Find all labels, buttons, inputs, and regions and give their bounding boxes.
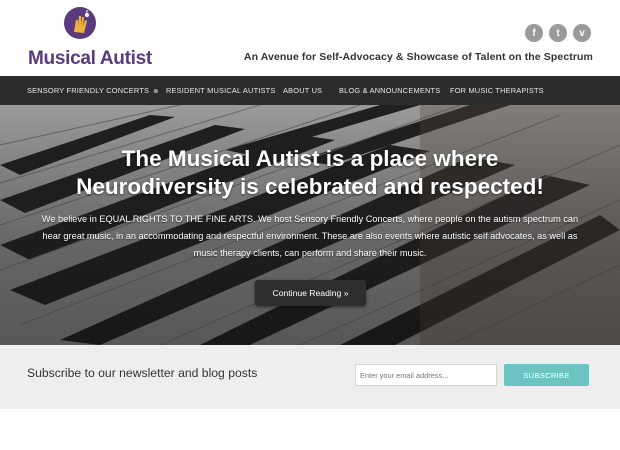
submenu-indicator-icon: ⊗ (153, 89, 159, 95)
nav-item-blog-announcements[interactable]: BLOG & ANNOUNCEMENTS (339, 76, 440, 105)
site-tagline: An Avenue for Self-Advocacy & Showcase o… (243, 51, 593, 63)
site-header: Musical Autist f t v An Avenue for Self-… (0, 0, 620, 76)
main-nav: SENSORY FRIENDLY CONCERTS ⊗ RESIDENT MUSI… (0, 76, 620, 105)
newsletter-label: Subscribe to our newsletter and blog pos… (27, 366, 258, 380)
subscribe-button[interactable]: SUBSCRIBE (504, 364, 589, 386)
hero-description: We believe in EQUAL RIGHTS TO THE FINE A… (41, 214, 579, 258)
hero-banner: The Musical Autist is a place where Neur… (0, 105, 620, 345)
hero-title: The Musical Autist is a place where Neur… (76, 146, 544, 199)
logo-hand-icon[interactable] (63, 6, 97, 40)
nav-item-for-music-therapists[interactable]: FOR MUSIC THERAPISTS (450, 76, 544, 105)
vimeo-icon[interactable]: v (573, 24, 591, 42)
twitter-icon[interactable]: t (549, 24, 567, 42)
continue-reading-button[interactable]: Continue Reading » (255, 280, 366, 306)
nav-item-resident-musical-autists[interactable]: RESIDENT MUSICAL AUTISTS (166, 76, 276, 105)
facebook-icon[interactable]: f (525, 24, 543, 42)
site-logo-text[interactable]: Musical Autist (28, 48, 152, 70)
email-input[interactable] (355, 364, 497, 386)
nav-item-about-us[interactable]: ABOUT US (283, 76, 322, 105)
newsletter-bar: Subscribe to our newsletter and blog pos… (0, 345, 620, 409)
nav-item-sensory-friendly-concerts[interactable]: SENSORY FRIENDLY CONCERTS ⊗ (27, 76, 158, 105)
